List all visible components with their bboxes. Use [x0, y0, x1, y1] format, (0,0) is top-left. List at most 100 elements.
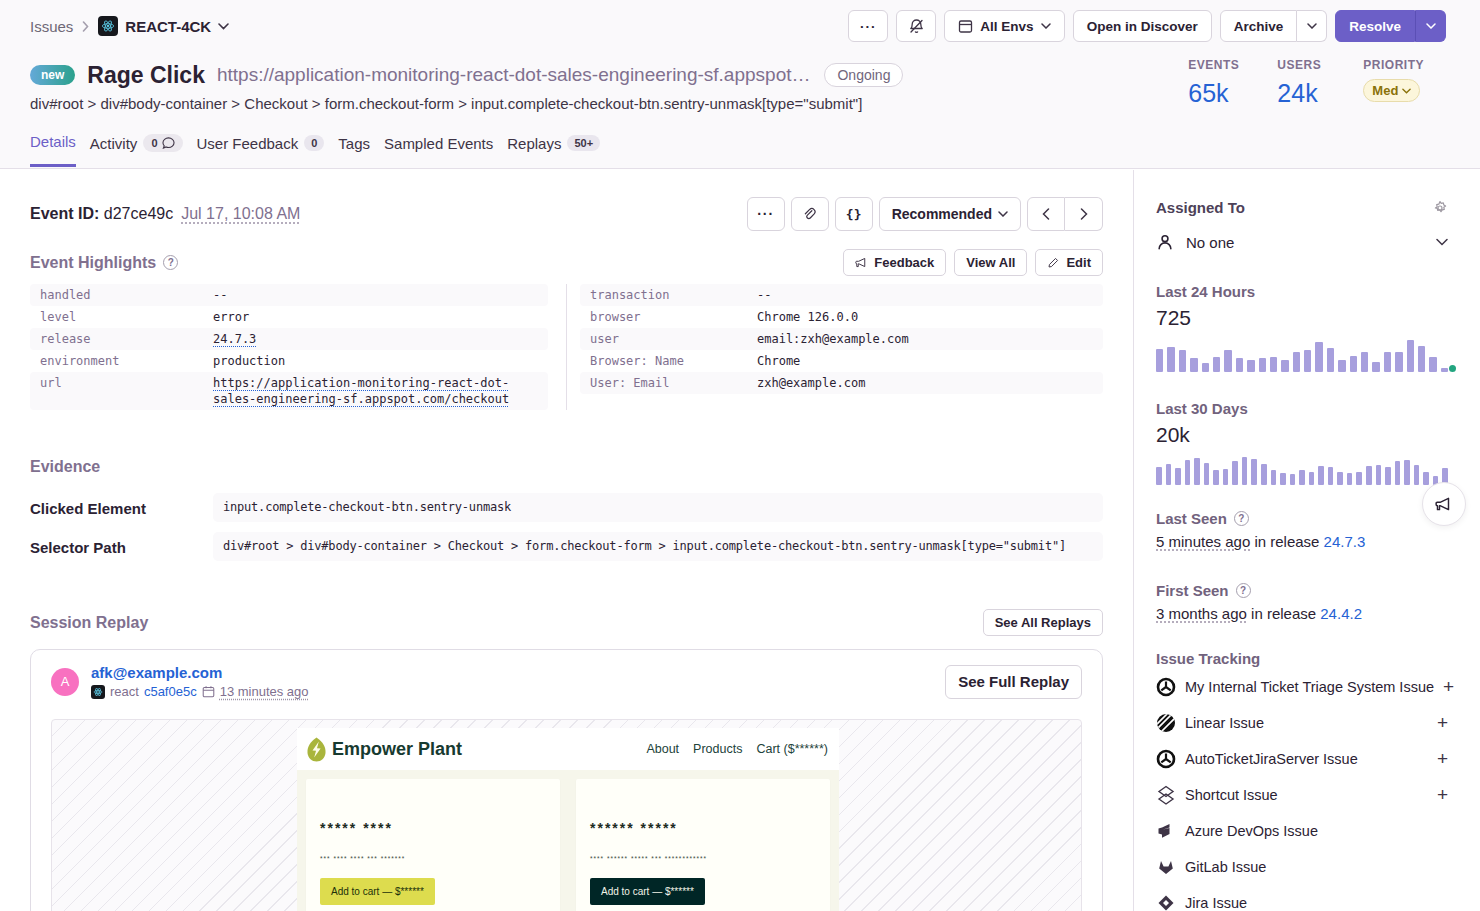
stat-users-value[interactable]: 24k — [1277, 79, 1325, 108]
session-replay-title: Session Replay — [30, 614, 148, 632]
archive-button[interactable]: Archive — [1220, 10, 1298, 42]
chart-bar — [1395, 461, 1401, 485]
chart-bar — [1270, 357, 1277, 372]
site-nav: About Products Cart ($******) — [646, 742, 828, 756]
tab-activity[interactable]: Activity0 — [90, 133, 183, 167]
chart-bar — [1247, 360, 1254, 372]
last-24-hours-value: 725 — [1156, 306, 1448, 330]
issue-subtitle-url: https://application-monitoring-react-dot… — [217, 64, 811, 86]
event-date[interactable]: Jul 17, 10:08 AM — [181, 205, 300, 222]
tracking-item-label[interactable]: Jira Issue — [1185, 895, 1247, 911]
feedback-fab-button[interactable] — [1422, 482, 1466, 526]
bell-slash-icon — [908, 18, 925, 35]
selector-path-value: div#root > div#body-container > Checkout… — [213, 532, 1103, 561]
breadcrumb-project[interactable]: REACT-4CK — [98, 16, 229, 36]
assignee-dropdown[interactable]: No one — [1156, 233, 1448, 251]
tab-details[interactable]: Details — [30, 133, 76, 167]
see-all-replays-button[interactable]: See All Replays — [983, 609, 1103, 636]
pencil-icon — [1047, 256, 1060, 269]
mute-bell-button[interactable] — [896, 10, 936, 42]
chevron-right-icon — [1080, 208, 1088, 220]
last-seen-ago[interactable]: 5 minutes ago — [1156, 533, 1250, 550]
tab-sampled-events[interactable]: Sampled Events — [384, 133, 493, 167]
stat-priority: PRIORITY Med — [1363, 58, 1424, 108]
archive-dropdown-button[interactable] — [1297, 10, 1327, 42]
see-full-replay-button[interactable]: See Full Replay — [945, 665, 1082, 699]
open-in-discover-button[interactable]: Open in Discover — [1073, 10, 1212, 42]
add-issue-button[interactable]: + — [1443, 676, 1454, 698]
chart-bar — [1372, 362, 1379, 372]
next-event-button[interactable] — [1065, 197, 1103, 231]
stat-events: EVENTS 65k — [1188, 58, 1239, 108]
clicked-element-value: input.complete-checkout-btn.sentry-unmas… — [213, 493, 1103, 522]
replay-user-link[interactable]: afk@example.com — [91, 664, 309, 681]
chart-bar — [1318, 466, 1324, 485]
resolve-button[interactable]: Resolve — [1335, 10, 1415, 42]
chart-bar — [1280, 473, 1286, 485]
tracking-item-2: AutoTicketJiraServer Issue + — [1156, 741, 1448, 777]
tab-replays[interactable]: Replays50+ — [507, 133, 600, 167]
resolve-dropdown-button[interactable] — [1415, 10, 1446, 42]
tracking-item-label[interactable]: GitLab Issue — [1185, 859, 1266, 875]
view-all-button[interactable]: View All — [954, 249, 1027, 276]
edit-button[interactable]: Edit — [1035, 249, 1103, 276]
last-seen-release-link[interactable]: 24.7.3 — [1324, 533, 1366, 550]
tracking-item-label[interactable]: My Internal Ticket Triage System Issue — [1185, 679, 1434, 695]
issue-title: Rage Click — [87, 62, 205, 89]
gear-icon[interactable] — [1432, 200, 1448, 216]
ticket-icon — [1156, 677, 1176, 697]
tracking-item-5: GitLab Issue — [1156, 849, 1448, 885]
megaphone-icon — [855, 256, 868, 269]
chart-bar — [1293, 352, 1300, 372]
chart-bar — [1350, 356, 1357, 372]
breadcrumb-issues[interactable]: Issues — [30, 18, 73, 35]
tracking-item-label[interactable]: Shortcut Issue — [1185, 787, 1278, 803]
priority-dropdown[interactable]: Med — [1363, 79, 1420, 102]
last-24-hours-title: Last 24 Hours — [1156, 283, 1448, 300]
first-seen-ago[interactable]: 3 months ago — [1156, 605, 1247, 622]
url-link[interactable]: https://application-monitoring-react-dot… — [213, 375, 525, 407]
tracking-item-label[interactable]: AutoTicketJiraServer Issue — [1185, 751, 1358, 767]
replay-viewport[interactable]: Empower Plant About Products Cart ($****… — [51, 719, 1082, 911]
event-more-button[interactable]: ··· — [747, 197, 785, 231]
last-30-days-title: Last 30 Days — [1156, 400, 1448, 417]
window-icon — [958, 19, 973, 34]
chart-bar — [1441, 368, 1448, 372]
more-actions-button[interactable]: ··· — [848, 10, 888, 42]
replay-time-ago[interactable]: 13 minutes ago — [220, 684, 309, 699]
help-icon[interactable]: ? — [163, 255, 178, 270]
event-link-button[interactable] — [791, 197, 829, 231]
chart-bar — [1338, 360, 1345, 372]
chevron-down-icon — [1041, 23, 1051, 29]
release-link[interactable]: 24.7.3 — [213, 331, 256, 347]
first-seen-release-link[interactable]: 24.4.2 — [1320, 605, 1362, 622]
add-issue-button[interactable]: + — [1437, 784, 1448, 806]
tab-user-feedback[interactable]: User Feedback0 — [197, 133, 325, 167]
chart-bar — [1304, 350, 1311, 372]
chart-bar — [1337, 472, 1343, 485]
tracking-item-label[interactable]: Linear Issue — [1185, 715, 1264, 731]
product-card-2: ****** ***** **** ****** ***** *** *****… — [576, 779, 830, 911]
tab-tags[interactable]: Tags — [338, 133, 370, 167]
add-issue-button[interactable]: + — [1437, 748, 1448, 770]
help-icon[interactable]: ? — [1234, 511, 1249, 526]
help-icon[interactable]: ? — [1236, 583, 1251, 598]
replay-site-preview: Empower Plant About Products Cart ($****… — [297, 728, 839, 911]
chart-bar — [1309, 472, 1315, 485]
prev-event-button[interactable] — [1027, 197, 1065, 231]
replay-id-link[interactable]: c5af0e5c — [144, 684, 197, 699]
stat-events-value[interactable]: 65k — [1188, 79, 1239, 108]
add-issue-button[interactable]: + — [1437, 712, 1448, 734]
first-seen-value: 3 months ago in release 24.4.2 — [1156, 605, 1448, 622]
event-json-button[interactable]: {} — [835, 197, 873, 231]
tracking-item-label[interactable]: Azure DevOps Issue — [1185, 823, 1318, 839]
react-project-icon — [91, 685, 105, 699]
recommended-dropdown[interactable]: Recommended — [879, 197, 1021, 231]
feedback-button[interactable]: Feedback — [843, 249, 946, 276]
chart-bar — [1223, 469, 1229, 485]
evidence-title: Evidence — [30, 458, 1103, 476]
calendar-icon — [202, 685, 215, 698]
env-filter-button[interactable]: All Envs — [944, 10, 1064, 42]
issue-tracking-title: Issue Tracking — [1156, 650, 1448, 667]
chart-bar — [1175, 468, 1181, 485]
